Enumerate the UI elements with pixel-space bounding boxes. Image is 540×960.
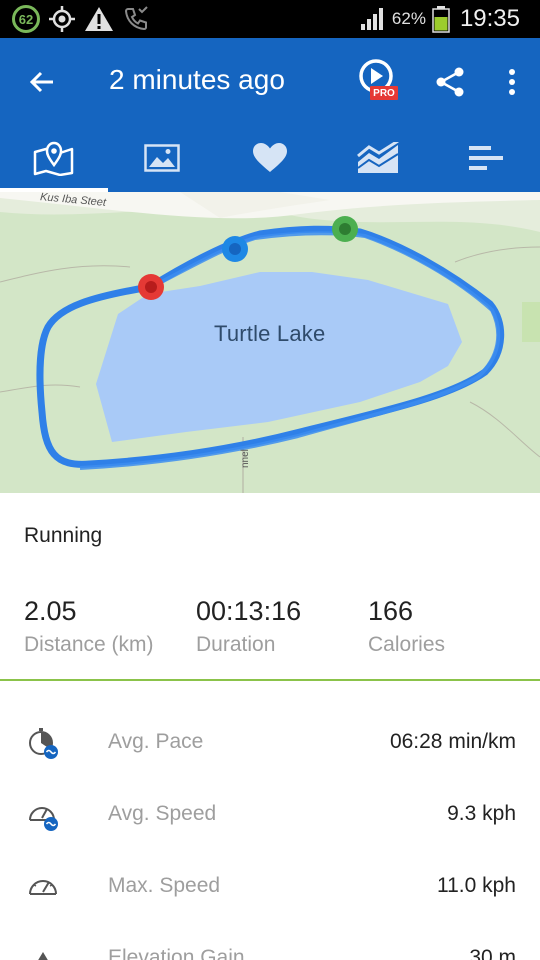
arrow-left-icon (29, 71, 53, 93)
detail-label: Avg. Pace (108, 730, 204, 753)
tab-charts[interactable] (324, 124, 432, 192)
missed-call-icon (124, 6, 148, 31)
stat-duration-value: 00:13:16 (196, 596, 302, 626)
summary-divider (0, 679, 540, 681)
battery-icon (432, 6, 450, 33)
clock: 19:35 (459, 5, 520, 32)
speedometer-icon (29, 807, 58, 831)
detail-row-avg-speed: Avg. Speed 9.3 kph (0, 786, 540, 842)
status-bar: 62 62% 19:35 (0, 0, 540, 38)
route-map[interactable]: Kus Iba Steet Turtle Lake nnel (0, 192, 540, 493)
pro-badge-label: PRO (373, 88, 395, 99)
stat-calories-value: 166 (368, 596, 414, 626)
chart-icon (357, 142, 399, 173)
detail-value: 30 m (469, 946, 516, 960)
stat-calories: 166 Calories (368, 596, 445, 657)
status-icons-left: 62 (12, 4, 150, 34)
notification-badge: 62 (12, 5, 40, 33)
share-icon (436, 67, 464, 97)
stat-distance-label: Distance (km) (24, 633, 154, 656)
tab-heart-rate[interactable] (216, 124, 324, 192)
detail-label: Max. Speed (108, 874, 221, 897)
page-title: 2 minutes ago (109, 64, 285, 95)
map-icon (33, 141, 74, 176)
status-icons-right: 62% 19:35 (360, 0, 520, 38)
tab-map[interactable] (0, 124, 108, 192)
speedometer-icon (29, 880, 57, 895)
splits-icon (469, 146, 503, 170)
app-bar: 2 minutes ago PRO (0, 38, 540, 192)
detail-value: 11.0 kph (436, 874, 516, 897)
detail-row-max-speed: Max. Speed 11.0 kph (0, 858, 540, 914)
elevation-icon (38, 952, 48, 960)
stat-calories-label: Calories (368, 633, 446, 656)
more-options-button[interactable] (494, 60, 530, 104)
pace-icon (29, 728, 58, 759)
live-pro-button[interactable]: PRO (356, 58, 404, 106)
battery-percent: 62% (391, 9, 426, 28)
stat-duration-label: Duration (196, 633, 276, 656)
stat-duration: 00:13:16 Duration (196, 596, 301, 657)
tab-photos[interactable] (108, 124, 216, 192)
share-button[interactable] (428, 60, 472, 104)
channel-label: nnel (240, 449, 251, 468)
photo-icon (144, 144, 180, 172)
detail-row-avg-pace: Avg. Pace 06:28 min/km (0, 714, 540, 770)
tab-splits[interactable] (432, 124, 540, 192)
detail-value: 9.3 kph (447, 802, 516, 825)
warning-icon (85, 7, 113, 31)
gps-icon (49, 6, 75, 32)
heart-icon (253, 143, 287, 172)
lake-label: Turtle Lake (214, 321, 326, 346)
signal-icon (360, 8, 383, 30)
detail-label: Avg. Speed (108, 802, 217, 825)
detail-value: 06:28 min/km (389, 730, 516, 753)
detail-label: Elevation Gain (108, 946, 245, 960)
toolbar: 2 minutes ago PRO (0, 38, 540, 124)
activity-type: Running (24, 524, 103, 547)
detail-row-elevation-gain: Elevation Gain 30 m (0, 930, 540, 960)
stat-distance-value: 2.05 (24, 596, 77, 626)
stat-distance: 2.05 Distance (km) (24, 596, 154, 657)
tab-bar (0, 124, 540, 192)
back-button[interactable] (20, 60, 64, 104)
more-vertical-icon (509, 69, 515, 95)
